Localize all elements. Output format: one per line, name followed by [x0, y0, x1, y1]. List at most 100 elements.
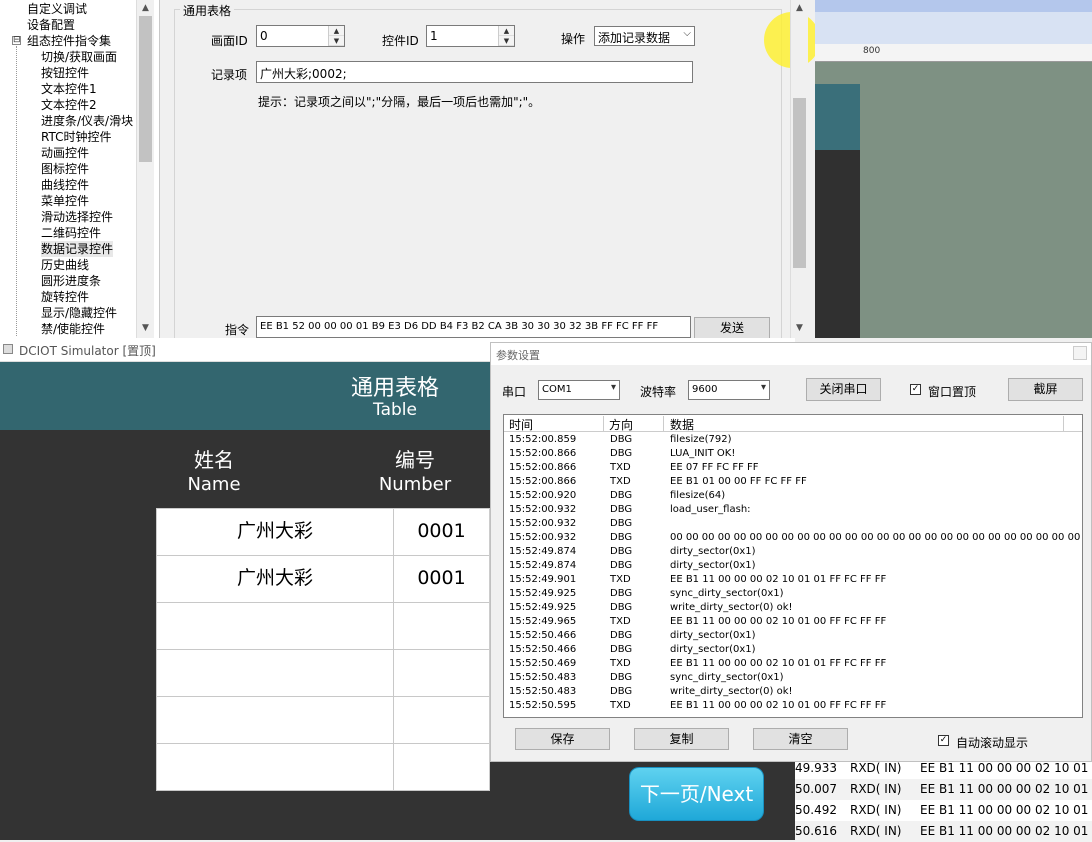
tree-item[interactable]: 自定义调试	[27, 1, 87, 17]
table-row[interactable]	[157, 650, 489, 697]
tree-item[interactable]: 切换/获取画面	[41, 49, 117, 65]
tree-item[interactable]: 历史曲线	[41, 257, 89, 273]
serial-log-list[interactable]: 时间 方向 数据 15:52:00.859 DBG filesize(792) 15:…	[503, 414, 1083, 718]
scroll-up-arrow-icon[interactable]: ▲	[791, 0, 808, 16]
log-row[interactable]: 15:52:50.466 DBG dirty_sector(0x1)	[504, 629, 1082, 643]
control-id-spinner[interactable]: 1 ▲ ▼	[426, 25, 515, 47]
spin-down-icon[interactable]: ▼	[499, 36, 514, 46]
table-row[interactable]	[157, 603, 489, 650]
log-row[interactable]: 15:52:00.932 DBG	[504, 517, 1082, 531]
clear-button[interactable]: 清空	[753, 728, 848, 750]
log-col-data[interactable]: 数据	[664, 416, 1064, 432]
tree-scroll-thumb[interactable]	[139, 16, 152, 162]
baud-select[interactable]: 9600 ▾	[688, 380, 770, 400]
log-row[interactable]: 15:52:50.595 TXD EE B1 11 00 00 00 02 10 0…	[504, 699, 1082, 713]
log-cell-time: 15:52:49.901	[509, 574, 577, 585]
tree-item[interactable]: RTC时钟控件	[41, 129, 111, 145]
log-row[interactable]: 15:52:49.901 TXD EE B1 11 00 00 00 02 10 0…	[504, 573, 1082, 587]
col-number-title: 编号	[395, 448, 435, 472]
log-cell-time: 15:52:50.469	[509, 658, 577, 669]
autoscroll-checkbox[interactable]: ✓	[938, 735, 949, 746]
log-col-time[interactable]: 时间	[504, 416, 604, 432]
log-row[interactable]: 15:52:49.874 DBG dirty_sector(0x1)	[504, 545, 1082, 559]
bg-log-row[interactable]: 50.492 RXD( IN) EE B1 11 00 00 00 02 10 01…	[795, 800, 1092, 821]
log-cell-data: sync_dirty_sector(0x1)	[670, 672, 784, 683]
command-tree-panel[interactable]: ⊟ 自定义调试 设备配置 组态控件指令集 切换/获取画面 按钮控件 文本控件1 文本控件2 进…	[0, 0, 160, 338]
log-row[interactable]: 15:52:50.483 DBG write_dirty_sector(0) ok!	[504, 685, 1082, 699]
table-row[interactable]: 广州大彩 0001	[157, 556, 489, 603]
screenshot-button[interactable]: 截屏	[1008, 378, 1083, 401]
tree-item[interactable]: 菜单控件	[41, 193, 89, 209]
log-cell-data: EE B1 11 00 00 00 02 10 01 00 FF FC FF F…	[670, 700, 887, 711]
log-row[interactable]: 15:52:49.925 DBG sync_dirty_sector(0x1)	[504, 587, 1082, 601]
tree-scrollbar[interactable]: ▲ ▼	[136, 0, 154, 338]
close-port-button[interactable]: 关闭串口	[806, 378, 881, 401]
tree-item[interactable]: 二维码控件	[41, 225, 101, 241]
log-cell-data: write_dirty_sector(0) ok!	[670, 686, 793, 697]
tree-item[interactable]: 旋转控件	[41, 289, 89, 305]
record-table[interactable]: 广州大彩 0001 广州大彩 0001	[156, 508, 490, 791]
bg-log-row[interactable]: 50.616 RXD( IN) EE B1 11 00 00 00 02 10 01…	[795, 821, 1092, 842]
log-row[interactable]: 15:52:00.866 TXD EE B1 01 00 00 FF FC FF F…	[504, 475, 1082, 489]
log-row[interactable]: 15:52:00.866 DBG LUA_INIT OK!	[504, 447, 1082, 461]
send-button[interactable]: 发送	[694, 317, 770, 339]
spin-up-icon[interactable]: ▲	[499, 26, 514, 36]
tree-item[interactable]: 圆形进度条	[41, 273, 101, 289]
command-scroll-thumb[interactable]	[793, 98, 806, 268]
tree-item[interactable]: 禁/使能控件	[41, 321, 105, 337]
bg-log-cell-time: 50.007	[795, 782, 837, 796]
spin-up-icon[interactable]: ▲	[329, 26, 344, 36]
next-page-button[interactable]: 下一页/Next	[629, 767, 764, 821]
scroll-up-arrow-icon[interactable]: ▲	[137, 0, 154, 16]
log-row[interactable]: 15:52:49.874 DBG dirty_sector(0x1)	[504, 559, 1082, 573]
hint-text: 提示：记录项之间以";"分隔，最后一项后也需加";"。	[258, 95, 541, 109]
tree-item[interactable]: 文本控件1	[41, 81, 97, 97]
save-button[interactable]: 保存	[515, 728, 610, 750]
tree-collapse-icon[interactable]: ⊟	[12, 36, 21, 45]
log-row[interactable]: 15:52:50.469 TXD EE B1 11 00 00 00 02 10 0…	[504, 657, 1082, 671]
cell-name	[157, 744, 394, 790]
log-row[interactable]: 15:52:00.866 TXD EE 07 FF FC FF FF	[504, 461, 1082, 475]
tree-item[interactable]: 显示/隐藏控件	[41, 305, 117, 321]
tree-item[interactable]: 曲线控件	[41, 177, 89, 193]
table-row[interactable]	[157, 744, 489, 791]
log-row[interactable]: 15:52:49.925 DBG write_dirty_sector(0) ok!	[504, 601, 1082, 615]
close-icon[interactable]	[1073, 346, 1087, 360]
dialog-titlebar[interactable]: 参数设置	[491, 343, 1091, 365]
tree-item[interactable]: 文本控件2	[41, 97, 97, 113]
tree-item[interactable]: 进度条/仪表/滑块	[41, 113, 133, 129]
tree-item[interactable]: 图标控件	[41, 161, 89, 177]
copy-button[interactable]: 复制	[634, 728, 729, 750]
log-row[interactable]: 15:52:50.483 DBG sync_dirty_sector(0x1)	[504, 671, 1082, 685]
tree-item[interactable]: 数据记录控件	[41, 241, 114, 257]
log-row[interactable]: 15:52:00.859 DBG filesize(792)	[504, 433, 1082, 447]
tree-item[interactable]: 按钮控件	[41, 65, 89, 81]
command-output[interactable]: EE B1 52 00 00 00 01 B9 E3 D6 DD B4 F3 B…	[256, 316, 691, 338]
log-row[interactable]: 15:52:00.932 DBG 00 00 00 00 00 00 00 00 0…	[504, 531, 1082, 545]
bg-log-cell-time: 50.492	[795, 803, 837, 817]
tree-item[interactable]: 动画控件	[41, 145, 89, 161]
topmost-checkbox[interactable]: ✓	[910, 384, 921, 395]
operation-select[interactable]: 添加记录数据 ⌵	[594, 26, 695, 46]
table-row[interactable]: 广州大彩 0001	[157, 509, 489, 556]
log-cell-time: 15:52:00.932	[509, 532, 577, 543]
cell-name	[157, 650, 394, 696]
port-select[interactable]: COM1 ▾	[538, 380, 620, 400]
spin-down-icon[interactable]: ▼	[329, 36, 344, 46]
log-col-dir[interactable]: 方向	[604, 416, 664, 432]
log-row[interactable]: 15:52:00.932 DBG load_user_flash:	[504, 503, 1082, 517]
tree-item[interactable]: 组态控件指令集	[27, 33, 111, 49]
scroll-down-arrow-icon[interactable]: ▼	[137, 320, 154, 336]
log-row[interactable]: 15:52:00.920 DBG filesize(64)	[504, 489, 1082, 503]
log-row[interactable]: 15:52:49.965 TXD EE B1 11 00 00 00 02 10 0…	[504, 615, 1082, 629]
table-row[interactable]	[157, 697, 489, 744]
record-input[interactable]: 广州大彩;0002;	[256, 61, 693, 83]
log-cell-time: 15:52:00.859	[509, 434, 577, 445]
tree-item[interactable]: 滑动选择控件	[41, 209, 113, 225]
log-row[interactable]: 15:52:50.466 DBG dirty_sector(0x1)	[504, 643, 1082, 657]
command-panel-scrollbar[interactable]: ▲ ▼	[790, 0, 808, 338]
scroll-down-arrow-icon[interactable]: ▼	[791, 320, 808, 336]
tree-item[interactable]: 设备配置	[27, 17, 75, 33]
screen-id-spinner[interactable]: 0 ▲ ▼	[256, 25, 345, 47]
bg-log-row[interactable]: 50.007 RXD( IN) EE B1 11 00 00 00 02 10 01…	[795, 779, 1092, 800]
